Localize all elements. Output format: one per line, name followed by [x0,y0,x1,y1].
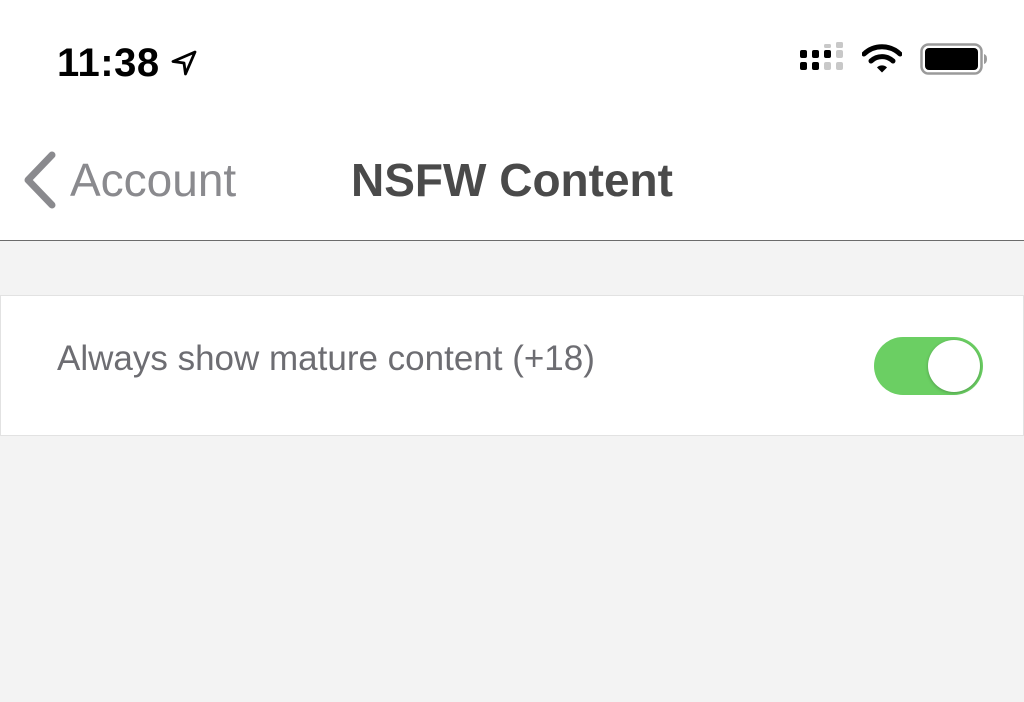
settings-card: Always show mature content (+18) [0,295,1024,436]
location-arrow-icon [170,49,198,77]
mature-content-toggle[interactable] [874,337,983,395]
status-time: 11:38 [57,41,160,85]
page-title: NSFW Content [351,154,673,206]
cellular-signal-icon [800,42,844,81]
setting-label-mature-content: Always show mature content (+18) [57,339,595,378]
wifi-icon [861,43,903,80]
toggle-knob [928,340,980,392]
battery-icon [920,43,988,80]
time-group: 11:38 [57,40,198,86]
status-icons [800,42,988,81]
status-bar: 11:38 [0,0,1024,120]
navigation-bar: Account NSFW Content [0,120,1024,241]
screen: 11:38 Account NSFW Content Always show m… [0,0,1024,702]
